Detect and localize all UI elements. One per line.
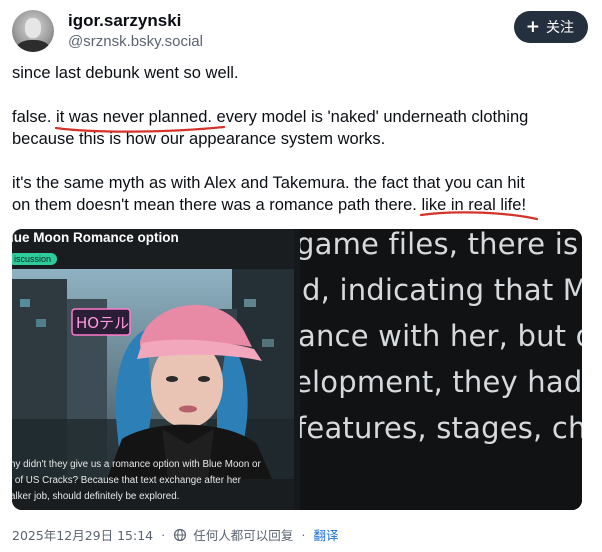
follow-button[interactable]: + 关注 [513,11,588,43]
discussion-tag: iscussion [12,253,58,265]
post-media[interactable]: lue Moon Romance option iscussion HOテル h… [12,229,582,510]
footer-separator-2: · [301,527,306,542]
post-header: igor.sarzynski @srznsk.bsky.social + 关注 [12,8,590,54]
footer-separator: · [161,527,166,542]
post-footer: 2025年12月29日 15:14 · 任何人都可以回复 · 翻译 [12,525,339,544]
zoom-text-line-2: d, indicating that MA [302,273,582,307]
avatar[interactable] [12,10,54,52]
zoom-text-line-4: elopment, they had [300,365,582,399]
follow-label: 关注 [546,20,574,36]
zoom-text-line-5: features, stages, ch [300,411,582,445]
red-underline-1 [54,125,226,133]
translate-link[interactable]: 翻译 [313,525,338,544]
author-handle[interactable]: @srznsk.bsky.social [68,33,203,50]
author-display-name[interactable]: igor.sarzynski [68,11,181,31]
reddit-post-caption: hy didn't they give us a romance option … [12,459,261,502]
image-reddit-post[interactable]: lue Moon Romance option iscussion HOテル h… [12,229,294,510]
highlight-real-life: like in real life! [420,194,539,221]
image-text-zoom[interactable]: game files, there is a d, indicating tha… [300,229,582,510]
reddit-post-title: lue Moon Romance option [12,230,179,245]
game-screenshot: HOテル [12,269,294,479]
red-underline-2 [420,211,539,221]
post-paragraph-2: false. it was never planned. every model… [12,106,529,148]
zoom-text-line-1: game files, there is a [300,229,582,261]
neon-sign-text: HOテル [76,314,129,332]
post-paragraph-1: since last debunk went so well. [12,64,239,82]
highlight-never-planned: it was never planned. [54,106,226,133]
post-text: since last debunk went so well. false. i… [12,62,590,221]
globe-icon [174,528,187,541]
zoom-text-line-3: ance with her, but du [300,319,582,353]
post-timestamp[interactable]: 2025年12月29日 15:14 [12,525,153,544]
post-paragraph-3: it's the same myth as with Alex and Take… [12,172,590,221]
plus-icon: + [525,16,540,37]
reply-setting[interactable]: 任何人都可以回复 [193,525,293,544]
